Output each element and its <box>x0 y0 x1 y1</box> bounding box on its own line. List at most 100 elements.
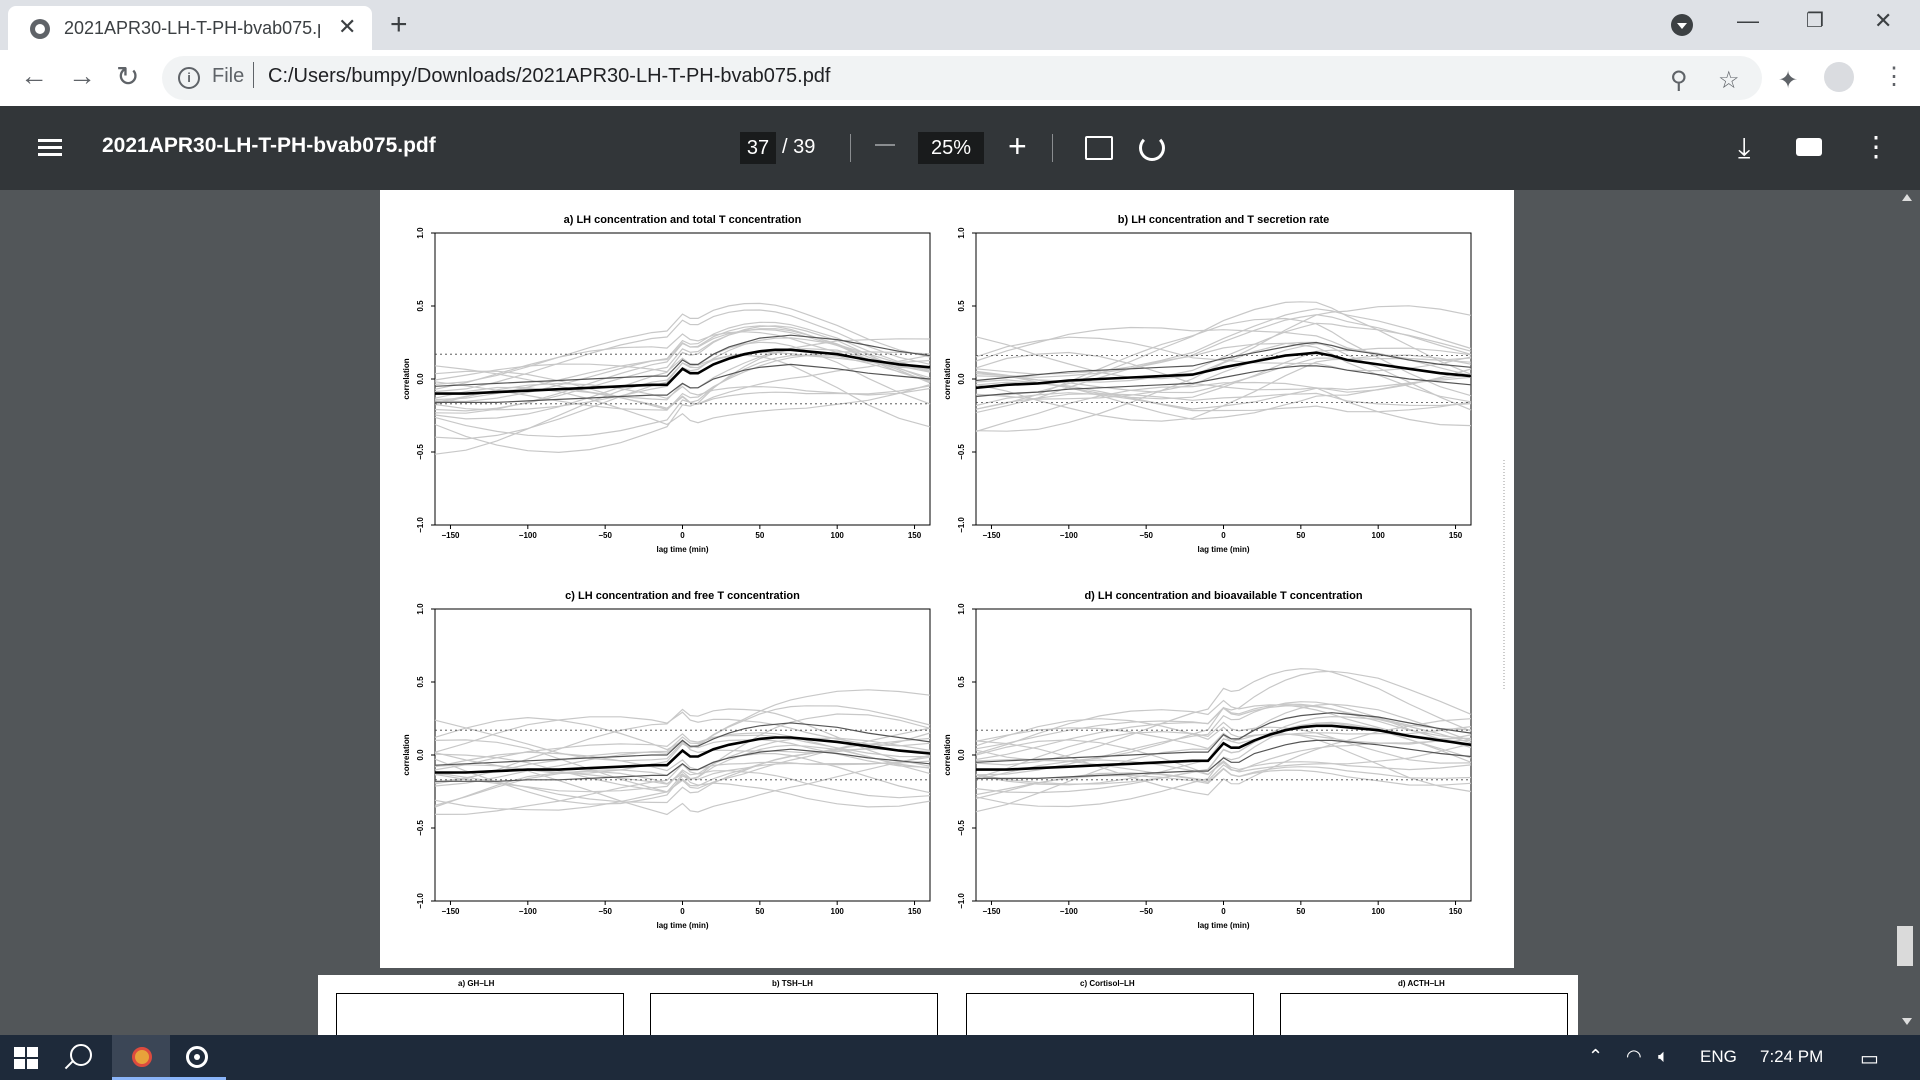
y-tick-label: −0.5 <box>957 820 966 836</box>
zoom-out-button[interactable] <box>875 144 895 146</box>
mini-chart-title: b) TSH–LH <box>772 979 813 988</box>
x-tick-label: 0 <box>1221 531 1226 540</box>
volume-icon[interactable]: 🔈︎ <box>1658 1046 1669 1067</box>
taskbar-search-icon[interactable] <box>70 1044 92 1066</box>
y-axis-label: correlation <box>943 734 952 775</box>
y-tick-label: 0.5 <box>416 676 425 688</box>
clock[interactable]: 7:24 PM <box>1760 1047 1823 1067</box>
globe-icon <box>30 19 50 39</box>
taskbar-media-app[interactable] <box>170 1035 226 1080</box>
y-tick-label: −0.5 <box>416 444 425 460</box>
taskbar-chrome-app[interactable] <box>112 1035 170 1080</box>
address-divider <box>253 62 254 88</box>
x-axis-label: lag time (min) <box>1197 921 1249 930</box>
windows-start-icon[interactable] <box>14 1047 38 1069</box>
x-tick-label: 0 <box>680 907 685 916</box>
x-tick-label: 50 <box>1296 907 1305 916</box>
rotate-icon[interactable] <box>1139 135 1165 161</box>
fit-page-icon[interactable] <box>1085 136 1113 160</box>
scrollbar-thumb[interactable] <box>1897 926 1913 966</box>
individual-trace-line <box>434 716 931 754</box>
x-tick-label: −100 <box>519 531 538 540</box>
new-tab-button[interactable]: + <box>390 8 408 42</box>
y-tick-label: 0.0 <box>957 373 966 385</box>
address-url[interactable]: C:/Users/bumpy/Downloads/2021APR30-LH-T-… <box>268 65 831 88</box>
figure-charts: a) LH concentration and total T concentr… <box>402 214 1505 930</box>
x-tick-label: 150 <box>1449 907 1463 916</box>
zoom-in-button[interactable]: + <box>1008 128 1027 165</box>
reload-icon[interactable]: ↻ <box>116 60 139 93</box>
profile-avatar-icon[interactable] <box>1824 62 1854 92</box>
page-total: / 39 <box>782 136 816 158</box>
zoom-magnifier-icon[interactable]: ⚲ <box>1670 66 1688 95</box>
chart-title: a) LH concentration and total T concentr… <box>564 214 802 226</box>
x-tick-label: −50 <box>598 531 612 540</box>
restore-icon[interactable]: ❐ <box>1806 8 1824 33</box>
y-tick-label: 0.0 <box>416 373 425 385</box>
scroll-up-arrow-icon[interactable] <box>1902 194 1912 201</box>
scroll-down-arrow-icon[interactable] <box>1902 1018 1912 1025</box>
x-axis-label: lag time (min) <box>656 545 708 554</box>
band-series-line <box>975 712 1472 763</box>
y-tick-label: 1.0 <box>416 227 425 239</box>
y-tick-label: −1.0 <box>957 893 966 909</box>
x-tick-label: −50 <box>1139 907 1153 916</box>
chrome-menu-icon[interactable]: ⋮ <box>1882 62 1906 91</box>
window-close-icon[interactable]: ✕ <box>1874 8 1892 34</box>
x-tick-label: 150 <box>1449 531 1463 540</box>
x-tick-label: −50 <box>598 907 612 916</box>
x-tick-label: 100 <box>831 907 845 916</box>
language-indicator[interactable]: ENG <box>1700 1047 1737 1067</box>
extensions-puzzle-icon[interactable]: ✦ <box>1778 66 1798 95</box>
tab-search-icon[interactable] <box>1671 14 1693 36</box>
forward-arrow-icon[interactable]: → <box>68 60 96 92</box>
x-tick-label: −100 <box>519 907 538 916</box>
pdf-page-next: a) GH–LH b) TSH–LH c) Cortisol–LH d) ACT… <box>318 975 1578 1036</box>
minimize-icon[interactable]: — <box>1737 8 1759 34</box>
tray-chevron-up-icon[interactable]: ⌃ <box>1588 1046 1603 1067</box>
x-tick-label: −150 <box>441 531 460 540</box>
x-tick-label: 0 <box>680 531 685 540</box>
mini-chart-frame <box>1280 993 1568 1036</box>
y-tick-label: −1.0 <box>957 517 966 533</box>
x-axis-label: lag time (min) <box>656 921 708 930</box>
bookmark-star-icon[interactable]: ☆ <box>1718 66 1740 95</box>
chart-title: c) LH concentration and free T concentra… <box>565 590 800 602</box>
address-scheme: File <box>212 65 245 87</box>
mini-chart-title: d) ACTH–LH <box>1398 979 1445 988</box>
x-tick-label: 100 <box>1372 907 1386 916</box>
y-tick-label: −1.0 <box>416 517 425 533</box>
print-icon[interactable] <box>1796 138 1822 156</box>
menu-hamburger-icon[interactable] <box>38 139 62 157</box>
toolbar-divider <box>1052 134 1053 162</box>
x-tick-label: 50 <box>755 531 764 540</box>
mini-chart-frame <box>650 993 938 1036</box>
chart-plot-frame <box>975 608 1472 902</box>
tab-close-icon[interactable]: ✕ <box>338 14 356 40</box>
mini-chart-title: a) GH–LH <box>458 979 495 988</box>
x-tick-label: −150 <box>982 531 1001 540</box>
more-actions-icon[interactable]: ⋮ <box>1862 130 1890 163</box>
browser-toolbar: ← → ↻ i File C:/Users/bumpy/Downloads/20… <box>0 50 1920 107</box>
tab-title: 2021APR30-LH-T-PH-bvab075.pdf <box>64 18 320 38</box>
page-number-input[interactable]: 37 <box>740 132 776 164</box>
notifications-icon[interactable]: ▭ <box>1860 1046 1879 1071</box>
download-icon[interactable]: ⤓ <box>1738 132 1750 165</box>
y-tick-label: 1.0 <box>416 603 425 615</box>
mini-chart-title: c) Cortisol–LH <box>1080 979 1135 988</box>
y-tick-label: −1.0 <box>416 893 425 909</box>
vertical-scrollbar[interactable] <box>1894 190 1920 1035</box>
x-tick-label: −50 <box>1139 531 1153 540</box>
x-tick-label: −100 <box>1060 531 1079 540</box>
wifi-icon[interactable]: ◠ <box>1626 1046 1642 1067</box>
y-tick-label: 0.5 <box>416 300 425 312</box>
info-icon[interactable]: i <box>178 67 200 89</box>
chart-plot-frame <box>975 232 1472 526</box>
back-arrow-icon[interactable]: ← <box>20 60 48 92</box>
zoom-level-input[interactable]: 25% <box>918 132 984 164</box>
x-tick-label: 150 <box>908 907 922 916</box>
chrome-icon <box>132 1047 152 1067</box>
browser-tab[interactable]: 2021APR30-LH-T-PH-bvab075.pdf ✕ <box>8 6 372 50</box>
mini-chart-frame <box>336 993 624 1036</box>
individual-trace-line <box>975 766 1472 796</box>
